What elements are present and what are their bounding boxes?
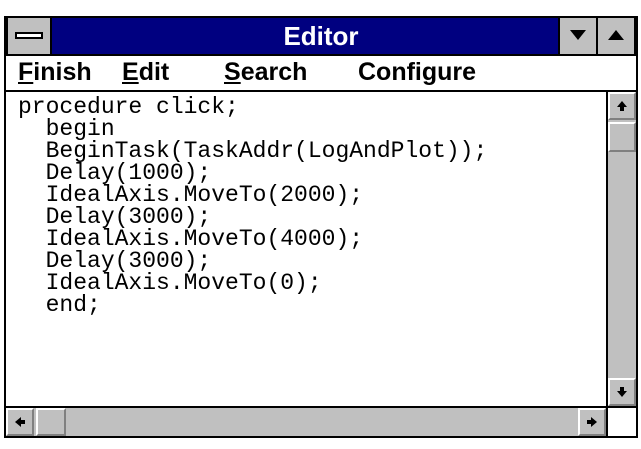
window-border-bottom	[4, 436, 638, 438]
arrow-down-icon	[617, 387, 627, 397]
menu-edit[interactable]: Edit	[122, 56, 169, 90]
menu-edit-label: dit	[138, 58, 170, 86]
horizontal-scrollbar[interactable]	[6, 406, 606, 436]
code-line: begin	[18, 116, 115, 142]
menu-edit-mnemonic: E	[122, 58, 139, 86]
maximize-button[interactable]	[596, 18, 634, 54]
window-title: Editor	[283, 21, 359, 51]
scrollbar-corner	[606, 406, 636, 436]
window-border-right	[636, 16, 638, 436]
triangle-down-icon	[570, 30, 586, 40]
title-bar[interactable]: Editor	[6, 16, 636, 56]
arrow-up-icon	[617, 101, 627, 111]
arrow-right-icon	[587, 417, 597, 427]
scroll-up-button[interactable]	[608, 92, 636, 120]
code-line: procedure click;	[18, 94, 239, 120]
code-line: Delay(1000);	[18, 160, 212, 186]
menu-search-mnemonic: S	[224, 58, 241, 86]
menu-search[interactable]: Search	[224, 56, 307, 90]
vertical-scroll-thumb[interactable]	[608, 122, 636, 152]
menu-search-label: earch	[240, 58, 308, 86]
code-line: IdealAxis.MoveTo(4000);	[18, 226, 364, 252]
code-editor[interactable]: procedure click; begin BeginTask(TaskAdd…	[6, 92, 606, 406]
code-line: end;	[18, 292, 101, 318]
code-line: IdealAxis.MoveTo(0);	[18, 270, 322, 296]
menu-configure[interactable]: Configure	[358, 56, 476, 90]
triangle-up-icon	[608, 30, 624, 40]
scroll-right-button[interactable]	[578, 408, 606, 436]
menu-finish-mnemonic: F	[18, 58, 34, 86]
minimize-button[interactable]	[558, 18, 596, 54]
scroll-down-button[interactable]	[608, 378, 636, 406]
arrow-left-icon	[15, 417, 25, 427]
menu-bar: Finish Edit Search Configure	[6, 56, 636, 92]
horizontal-scroll-thumb[interactable]	[36, 408, 66, 436]
menu-finish-label: inish	[33, 58, 92, 86]
scroll-left-button[interactable]	[6, 408, 34, 436]
code-line: IdealAxis.MoveTo(2000);	[18, 182, 364, 208]
window-border-left	[4, 16, 6, 436]
editor-window: Editor Finish Edit Search Configure proc…	[0, 0, 641, 449]
code-line: Delay(3000);	[18, 248, 212, 274]
code-text[interactable]: procedure click; begin BeginTask(TaskAdd…	[6, 92, 606, 318]
code-line: BeginTask(TaskAddr(LogAndPlot));	[18, 138, 488, 164]
code-line: Delay(3000);	[18, 204, 212, 230]
vertical-scrollbar[interactable]	[606, 92, 636, 406]
menu-finish[interactable]: Finish	[18, 56, 92, 90]
